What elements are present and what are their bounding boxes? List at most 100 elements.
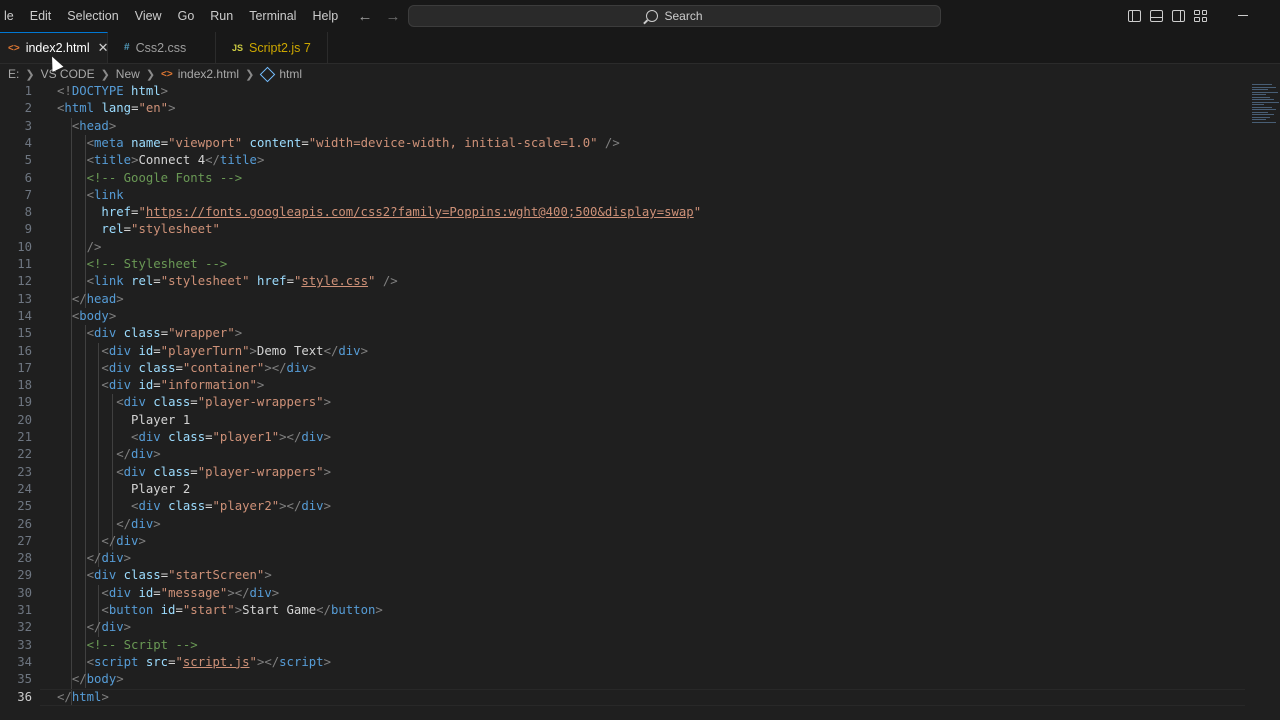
menu-go[interactable]: Go xyxy=(170,0,203,32)
line-number: 16 xyxy=(17,343,32,358)
command-center-search[interactable]: Search xyxy=(408,5,941,27)
toggle-panel-icon[interactable] xyxy=(1150,10,1163,22)
code-token: id xyxy=(138,585,154,600)
menu-view[interactable]: View xyxy=(127,0,170,32)
customize-layout-icon[interactable] xyxy=(1194,10,1207,22)
code-line[interactable]: 11 <!-- Stylesheet --> xyxy=(0,256,1250,273)
code-line[interactable]: 30 <div id="message"></div> xyxy=(0,585,1250,602)
code-token: </ xyxy=(101,533,117,548)
code-token: </ xyxy=(57,689,72,704)
tab-script2-js[interactable]: JS Script2.js 7 xyxy=(216,32,328,63)
code-line[interactable]: 14 <body> xyxy=(0,308,1250,325)
minimize-icon[interactable] xyxy=(1238,15,1248,16)
menu-run[interactable]: Run xyxy=(202,0,241,32)
code-line[interactable]: 5 <title>Connect 4</title> xyxy=(0,152,1250,169)
code-line[interactable]: 2 <html lang="en"> xyxy=(0,100,1250,117)
breadcrumb-file[interactable]: index2.html xyxy=(178,67,239,81)
minimap[interactable] xyxy=(1252,84,1280,136)
code-text: <!-- Stylesheet --> xyxy=(57,256,228,273)
code-line[interactable]: 10 /> xyxy=(0,239,1250,256)
breadcrumb-drive[interactable]: E: xyxy=(8,67,19,81)
code-line[interactable]: 1 <!DOCTYPE html> xyxy=(0,83,1250,100)
code-line[interactable]: 17 <div class="container"></div> xyxy=(0,360,1250,377)
code-line[interactable]: 12 <link rel="stylesheet" href="style.cs… xyxy=(0,273,1250,290)
code-line[interactable]: 32 </div> xyxy=(0,619,1250,636)
menu-file[interactable]: le xyxy=(0,0,22,32)
code-line[interactable]: 4 <meta name="viewport" content="width=d… xyxy=(0,135,1250,152)
code-line[interactable]: 26 </div> xyxy=(0,516,1250,533)
line-number: 26 xyxy=(17,516,32,531)
code-line[interactable]: 7 <link xyxy=(0,187,1250,204)
breadcrumb-symbol[interactable]: html xyxy=(279,67,302,81)
code-token: div xyxy=(301,430,324,444)
code-token: </ xyxy=(205,153,220,168)
code-token: div xyxy=(116,533,139,548)
tab-css2-css[interactable]: # Css2.css xyxy=(108,32,216,63)
code-token: " xyxy=(175,654,183,669)
code-line[interactable]: 27 </div> xyxy=(0,533,1250,550)
code-token: "viewport" xyxy=(168,135,243,150)
code-line[interactable]: 29 <div class="startScreen"> xyxy=(0,567,1250,584)
code-token: </ xyxy=(116,447,132,462)
code-editor[interactable]: 1 <!DOCTYPE html> 2 <html lang="en"> 3 <head… xyxy=(0,83,1250,706)
line-number: 32 xyxy=(17,620,32,635)
code-line[interactable]: 19 <div class="player-wrappers"> xyxy=(0,394,1250,411)
back-arrow-icon[interactable]: ← xyxy=(356,8,374,25)
code-line[interactable]: 22 </div> xyxy=(0,446,1250,463)
code-line[interactable]: 16 <div id="playerTurn">Demo Text</div> xyxy=(0,343,1250,360)
code-line[interactable]: 8 href="https://fonts.googleapis.com/css… xyxy=(0,204,1250,221)
code-line[interactable]: 20 Player 1 xyxy=(0,412,1250,429)
code-token: > xyxy=(323,464,331,479)
breadcrumb-folder[interactable]: VS CODE xyxy=(41,67,95,81)
code-line[interactable]: 23 <div class="player-wrappers"> xyxy=(0,464,1250,481)
js-file-icon: JS xyxy=(232,42,244,53)
menu-terminal[interactable]: Terminal xyxy=(241,0,304,32)
code-token: </ xyxy=(323,343,339,358)
code-text: <link xyxy=(57,187,124,204)
close-icon[interactable]: ✕ xyxy=(98,40,109,56)
code-line[interactable]: 21 <div class="player1"></div> xyxy=(0,429,1250,446)
code-line[interactable]: 13 </head> xyxy=(0,291,1250,308)
toggle-primary-sidebar-icon[interactable] xyxy=(1128,10,1141,22)
line-number: 19 xyxy=(17,395,32,410)
code-line[interactable]: 34 <script src="script.js"></script> xyxy=(0,654,1250,671)
code-token: div xyxy=(101,620,124,635)
code-token: Player 1 xyxy=(57,412,191,427)
code-token: /> xyxy=(382,274,398,289)
menu-help[interactable]: Help xyxy=(304,0,346,32)
line-number: 25 xyxy=(17,499,32,514)
toggle-secondary-sidebar-icon[interactable] xyxy=(1172,10,1185,22)
code-line[interactable]: 6 <!-- Google Fonts --> xyxy=(0,170,1250,187)
code-line[interactable]: 18 <div id="information"> xyxy=(0,377,1250,394)
code-line[interactable]: 15 <div class="wrapper"> xyxy=(0,325,1250,342)
code-token: div xyxy=(138,499,161,514)
chevron-right-icon: ❯ xyxy=(145,68,156,81)
line-number: 18 xyxy=(17,378,32,393)
code-line[interactable]: 3 <head> xyxy=(0,118,1250,135)
menu-selection[interactable]: Selection xyxy=(59,0,126,32)
code-text: <title>Connect 4</title> xyxy=(57,152,265,169)
line-number: 12 xyxy=(17,274,32,289)
code-text: <head> xyxy=(57,118,116,135)
code-line[interactable]: 9 rel="stylesheet" xyxy=(0,221,1250,238)
menu-edit[interactable]: Edit xyxy=(22,0,60,32)
code-token: "player2" xyxy=(212,499,280,514)
code-line[interactable]: 36 </html> xyxy=(0,688,1250,706)
code-token: " xyxy=(249,654,257,669)
code-token: > xyxy=(249,343,257,358)
code-line[interactable]: 33 <!-- Script --> xyxy=(0,637,1250,654)
code-line[interactable]: 24 Player 2 xyxy=(0,481,1250,498)
line-number: 33 xyxy=(17,637,32,652)
code-token: title xyxy=(219,153,257,168)
code-line[interactable]: 25 <div class="player2"></div> xyxy=(0,498,1250,515)
code-line[interactable]: 28 </div> xyxy=(0,550,1250,567)
code-token: lang xyxy=(101,101,132,116)
code-token: name xyxy=(131,135,161,150)
breadcrumb-subfolder[interactable]: New xyxy=(116,67,140,81)
forward-arrow-icon[interactable]: → xyxy=(384,8,402,25)
code-line[interactable]: 35 </body> xyxy=(0,671,1250,688)
code-text: <meta name="viewport" content="width=dev… xyxy=(57,135,620,152)
code-line[interactable]: 31 <button id="start">Start Game</button… xyxy=(0,602,1250,619)
